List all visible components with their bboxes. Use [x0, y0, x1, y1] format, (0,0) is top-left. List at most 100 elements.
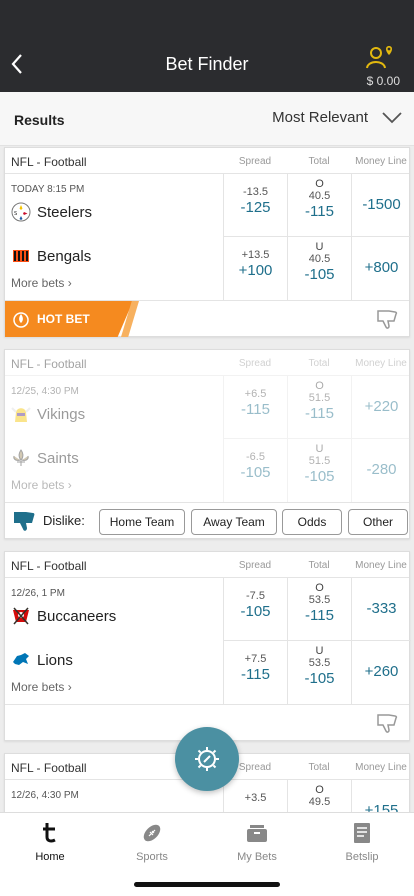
moneyline-cell-home[interactable]: +800 — [351, 236, 411, 300]
total-header: Total — [308, 358, 330, 369]
game-time: TODAY 8:15 PM — [11, 184, 85, 195]
moneyline-header: Money Line — [355, 762, 407, 773]
buccaneers-logo-icon — [13, 607, 29, 625]
team-away: Vikings — [11, 404, 85, 424]
dislike-home-team-button[interactable]: Home Team — [99, 509, 185, 535]
hot-bet-label: HOT BET — [37, 312, 90, 326]
dislike-odds-button[interactable]: Odds — [282, 509, 342, 535]
spread-header: Spread — [238, 560, 272, 571]
user-location-icon — [366, 46, 392, 69]
compass-icon — [195, 747, 219, 771]
league-label: NFL - Football — [11, 559, 87, 573]
team-name: Lions — [37, 651, 73, 669]
top-bar: Bet Finder $ 0.00 — [0, 0, 414, 92]
card-header: NFL - Football Spread Total Money Line — [5, 148, 409, 174]
moneyline-header: Money Line — [355, 358, 407, 369]
spread-cell-away[interactable]: -13.5 -125 — [223, 174, 287, 236]
home-indicator — [134, 882, 280, 887]
chevron-down-icon — [382, 111, 402, 123]
spread-cell-home[interactable]: +7.5 -115 — [223, 640, 287, 704]
team-name: Bengals — [37, 247, 92, 265]
tab-sports[interactable]: Sports — [112, 821, 192, 863]
team-home: Bengals — [11, 246, 91, 266]
thumbs-down-icon[interactable] — [375, 307, 399, 331]
sort-value: Most Relevant — [272, 109, 368, 126]
moneyline-cell-home[interactable]: +260 — [351, 640, 411, 704]
tab-home[interactable]: Home — [10, 821, 90, 863]
more-bets-link[interactable]: More bets › — [11, 680, 72, 694]
page-title: Bet Finder — [165, 54, 249, 74]
spread-cell-away[interactable]: -7.5 -105 — [223, 578, 287, 640]
spread-cell-home[interactable]: +13.5 +100 — [223, 236, 287, 300]
vikings-logo-icon — [11, 407, 31, 422]
more-bets-link[interactable]: More bets › — [11, 478, 72, 492]
team-name: Vikings — [37, 405, 86, 423]
team-home: Saints — [11, 448, 79, 468]
dislike-row: Dislike: Home Team Away Team Odds Other — [5, 502, 409, 538]
team-name: Buccaneers — [37, 607, 117, 625]
tab-my-bets[interactable]: My Bets — [217, 821, 297, 863]
total-cell-over[interactable]: O 40.5 -115 — [287, 174, 351, 236]
moneyline-cell-away[interactable]: -333 — [351, 578, 411, 640]
football-icon — [143, 824, 161, 842]
game-card-content: NFL - Football Spread Total Money Line 1… — [5, 350, 411, 502]
spread-header: Spread — [238, 156, 272, 167]
total-cell-under[interactable]: U 51.5 -105 — [287, 438, 351, 502]
lions-logo-icon — [13, 653, 29, 665]
game-row: 12/26, 1 PM Buccaneers Lions More bets ›… — [5, 578, 411, 704]
total-cell-under[interactable]: U 53.5 -105 — [287, 640, 351, 704]
moneyline-cell-away[interactable]: +220 — [351, 376, 411, 438]
my-bets-icon — [247, 825, 267, 842]
team-name: Steelers — [37, 203, 93, 221]
moneyline-cell-away[interactable]: -1500 — [351, 174, 411, 236]
results-label: Results — [14, 112, 65, 128]
spread-cell-home[interactable]: -6.5 -105 — [223, 438, 287, 502]
bengals-logo-icon — [13, 250, 29, 262]
card-footer: HOT BET — [5, 300, 409, 337]
svg-text:S: S — [14, 211, 17, 217]
account-balance: $ 0.00 — [366, 74, 400, 88]
more-bets-link[interactable]: More bets › — [11, 276, 72, 290]
total-header: Total — [308, 762, 330, 773]
dislike-label: Dislike: — [43, 513, 85, 528]
game-row: TODAY 8:15 PM S Steelers Bengals More be… — [5, 174, 411, 300]
team-away: S Steelers — [11, 202, 92, 222]
spread-cell-away[interactable]: +6.5 -115 — [223, 376, 287, 438]
betslip-icon — [354, 823, 370, 843]
dislike-other-button[interactable]: Other — [348, 509, 408, 535]
game-time: 12/26, 4:30 PM — [11, 790, 79, 801]
spread-header: Spread — [238, 358, 272, 369]
league-label: NFL - Football — [11, 357, 87, 371]
hot-bet-badge: HOT BET — [5, 301, 133, 337]
tab-label: Betslip — [345, 851, 379, 863]
flame-icon — [13, 312, 29, 328]
account-button[interactable]: $ 0.00 — [360, 44, 400, 88]
bet-finder-fab[interactable] — [175, 727, 239, 791]
game-time: 12/25, 4:30 PM — [11, 386, 79, 397]
team-home: Lions — [11, 650, 73, 670]
total-cell-under[interactable]: U 40.5 -105 — [287, 236, 351, 300]
fleur-de-lis-icon — [13, 449, 29, 466]
tab-label: Sports — [136, 851, 168, 863]
team-name: Saints — [37, 449, 79, 467]
league-label: NFL - Football — [11, 155, 87, 169]
team-away: Buccaneers — [11, 606, 116, 626]
tab-label: My Bets — [237, 851, 277, 863]
total-cell-over[interactable]: O 53.5 -115 — [287, 578, 351, 640]
moneyline-cell-home[interactable]: -280 — [351, 438, 411, 502]
sort-dropdown[interactable]: Most Relevant — [272, 109, 402, 126]
card-header: NFL - Football Spread Total Money Line — [5, 552, 409, 578]
card-header: NFL - Football Spread Total Money Line — [5, 350, 409, 376]
tab-betslip[interactable]: Betslip — [322, 821, 402, 863]
thumbs-down-icon[interactable] — [375, 711, 399, 735]
moneyline-header: Money Line — [355, 560, 407, 571]
league-label: NFL - Football — [11, 761, 87, 775]
dislike-away-team-button[interactable]: Away Team — [191, 509, 277, 535]
thumbs-down-filled-icon[interactable] — [11, 509, 37, 533]
tab-label: Home — [35, 851, 65, 863]
total-header: Total — [308, 156, 330, 167]
game-card: NFL - Football Spread Total Money Line 1… — [4, 551, 411, 741]
game-time: 12/26, 1 PM — [11, 588, 65, 599]
game-card: NFL - Football Spread Total Money Line 1… — [4, 349, 411, 539]
total-cell-over[interactable]: O 51.5 -115 — [287, 376, 351, 438]
